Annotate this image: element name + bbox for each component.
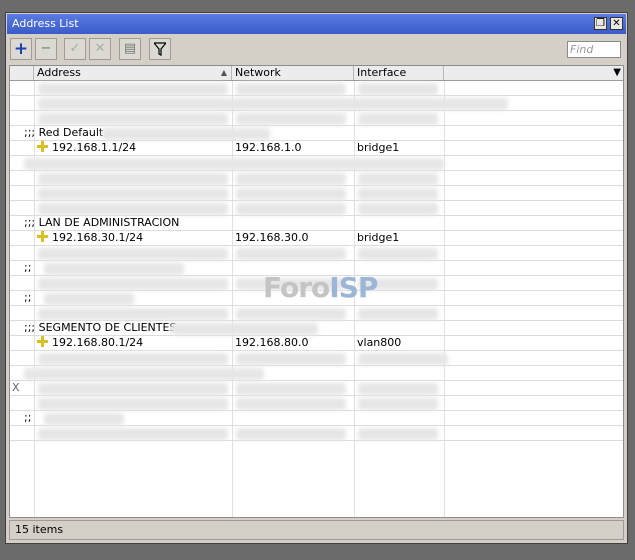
interface-cell: bridge1	[357, 231, 400, 244]
header-network-label: Network	[235, 66, 281, 79]
address-list-window: Address List ❐ ✕ + − ✓ ✕ ▤ Find Address …	[5, 12, 628, 544]
column-menu-icon[interactable]: ▼	[613, 66, 621, 80]
table-row[interactable]: 192.168.30.1/24 192.168.30.0 bridge1	[10, 231, 623, 246]
watermark-logo: ForoISP	[263, 271, 378, 304]
table-row[interactable]	[10, 396, 623, 411]
address-cell: 192.168.1.1/24	[37, 141, 136, 155]
enable-button[interactable]: ✓	[64, 38, 86, 60]
filter-button[interactable]	[149, 38, 171, 60]
network-cell: 192.168.30.0	[235, 231, 309, 244]
table-row[interactable]	[10, 201, 623, 216]
table-row[interactable]	[10, 366, 623, 381]
comment-row[interactable]: ;;; Red Default	[10, 126, 623, 141]
sort-asc-icon: ▲	[220, 68, 227, 77]
header-spare: ▼	[444, 66, 623, 80]
table-row[interactable]	[10, 351, 623, 366]
close-button[interactable]: ✕	[610, 17, 623, 30]
comment-text: ;;	[24, 261, 32, 274]
comment-row[interactable]: ;;; LAN DE ADMINISTRACION	[10, 216, 623, 231]
table-row[interactable]: X	[10, 381, 623, 396]
toolbar: + − ✓ ✕ ▤ Find	[7, 35, 626, 63]
comment-text: ;;	[24, 411, 32, 424]
comment-text: ;;; SEGMENTO DE CLIENTES -	[24, 321, 184, 334]
network-cell: 192.168.80.0	[235, 336, 309, 349]
comment-row[interactable]: ;;	[10, 411, 623, 426]
table-row[interactable]	[10, 81, 623, 96]
dynamic-entry-icon	[37, 336, 48, 347]
add-button[interactable]: +	[10, 38, 32, 60]
address-cell: 192.168.30.1/24	[37, 231, 143, 245]
comment-row[interactable]: ;;; SEGMENTO DE CLIENTES -	[10, 321, 623, 336]
table-row[interactable]: 192.168.80.1/24 192.168.80.0 vlan800	[10, 336, 623, 351]
table-row[interactable]	[10, 426, 623, 441]
restore-button[interactable]: ❐	[594, 17, 607, 30]
table-row[interactable]	[10, 171, 623, 186]
remove-button[interactable]: −	[35, 38, 57, 60]
interface-cell: vlan800	[357, 336, 402, 349]
status-bar: 15 items	[9, 520, 624, 540]
interface-cell: bridge1	[357, 141, 400, 154]
dynamic-entry-icon	[37, 231, 48, 242]
header-flag[interactable]	[10, 66, 34, 80]
header-address-label: Address	[37, 66, 81, 79]
disabled-flag: X	[12, 381, 20, 394]
comment-text: ;;; Red Default	[24, 126, 104, 139]
address-cell: 192.168.80.1/24	[37, 336, 143, 350]
table-row[interactable]	[10, 111, 623, 126]
dynamic-entry-icon	[37, 141, 48, 152]
table-row[interactable]	[10, 306, 623, 321]
table-row[interactable]	[10, 96, 623, 111]
table-header: Address ▲ Network Interface ▼	[10, 66, 623, 81]
disable-button[interactable]: ✕	[89, 38, 111, 60]
filter-icon	[152, 42, 168, 56]
table-row[interactable]	[10, 156, 623, 171]
table-row[interactable]	[10, 186, 623, 201]
window-title: Address List	[12, 17, 79, 30]
comment-text: ;;	[24, 291, 32, 304]
table-row[interactable]	[10, 246, 623, 261]
comment-text: ;;; LAN DE ADMINISTRACION	[24, 216, 180, 229]
header-network[interactable]: Network	[232, 66, 354, 80]
title-bar[interactable]: Address List ❐ ✕	[7, 14, 626, 34]
address-table: Address ▲ Network Interface ▼ ;;; Red De…	[9, 65, 624, 518]
header-address[interactable]: Address ▲	[34, 66, 232, 80]
network-cell: 192.168.1.0	[235, 141, 302, 154]
header-interface-label: Interface	[357, 66, 407, 79]
comment-button[interactable]: ▤	[119, 38, 141, 60]
find-input[interactable]: Find	[567, 41, 621, 58]
table-row[interactable]: 192.168.1.1/24 192.168.1.0 bridge1	[10, 141, 623, 156]
item-count: 15 items	[15, 523, 64, 536]
header-interface[interactable]: Interface	[354, 66, 444, 80]
